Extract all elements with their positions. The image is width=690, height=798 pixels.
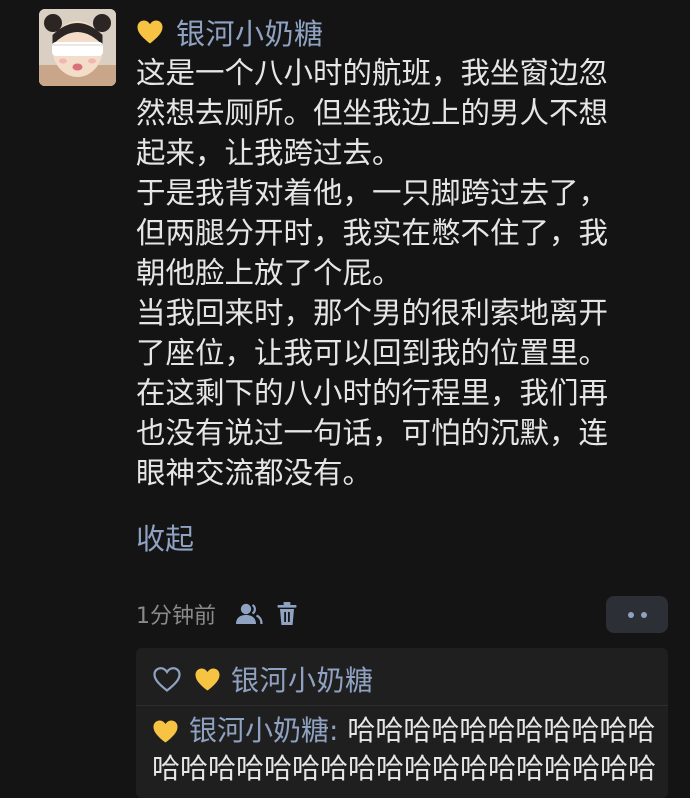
post-author-name[interactable]: 银河小奶糖 [176,11,324,53]
collapse-link[interactable]: 收起 [136,519,194,559]
post-meta-row: 1分钟前 [136,596,298,632]
more-dot [627,611,634,618]
comment-separator: : [329,714,348,747]
post-paragraph: 当我回来时，那个男的很利索地离开 了座位，让我可以回到我的位置里。 [136,296,609,370]
likes-comments-box: 银河小奶糖 银河小奶糖: 哈哈哈哈哈哈哈哈哈哈哈哈哈哈哈哈哈哈哈哈哈哈哈哈哈哈哈… [136,648,668,798]
post-author-row: 银河小奶糖 [136,10,324,54]
user-group-icon[interactable] [234,602,264,626]
post-paragraph: 于是我背对着他，一只脚跨过去了， 但两腿分开时，我实在憋不住了，我 朝他脸上放了… [136,176,609,290]
liker-name[interactable]: 银河小奶糖 [231,659,374,699]
yellow-heart-icon [136,19,164,45]
avatar[interactable] [39,9,116,86]
likes-row: 银河小奶糖 [152,657,374,701]
more-dot [640,611,647,618]
yellow-heart-icon [194,667,221,692]
post-paragraph: 这是一个八小时的航班，我坐窗边忽 然想去厕所。但坐我边上的男人不想 起来，让我跨… [136,56,609,170]
divider [136,705,668,706]
avatar-image [39,9,116,86]
heart-outline-icon [152,666,182,693]
yellow-heart-icon [152,719,179,744]
post-paragraph: 在这剩下的八小时的行程里，我们再 也没有说过一句话，可怕的沉默，连 眼神交流都没… [136,376,609,490]
comment-item[interactable]: 银河小奶糖: 哈哈哈哈哈哈哈哈哈哈哈哈哈哈哈哈哈哈哈哈哈哈哈哈哈哈哈哈哈 [152,712,662,788]
commenter-name[interactable]: 银河小奶糖 [189,714,329,747]
post-time: 1分钟前 [136,604,216,629]
post-text: 这是一个八小时的航班，我坐窗边忽 然想去厕所。但坐我边上的男人不想 起来，让我跨… [136,53,664,493]
more-dots-icon[interactable] [606,596,668,633]
trash-icon[interactable] [276,601,298,627]
moment-post: 银河小奶糖 这是一个八小时的航班，我坐窗边忽 然想去厕所。但坐我边上的男人不想 … [0,0,690,798]
